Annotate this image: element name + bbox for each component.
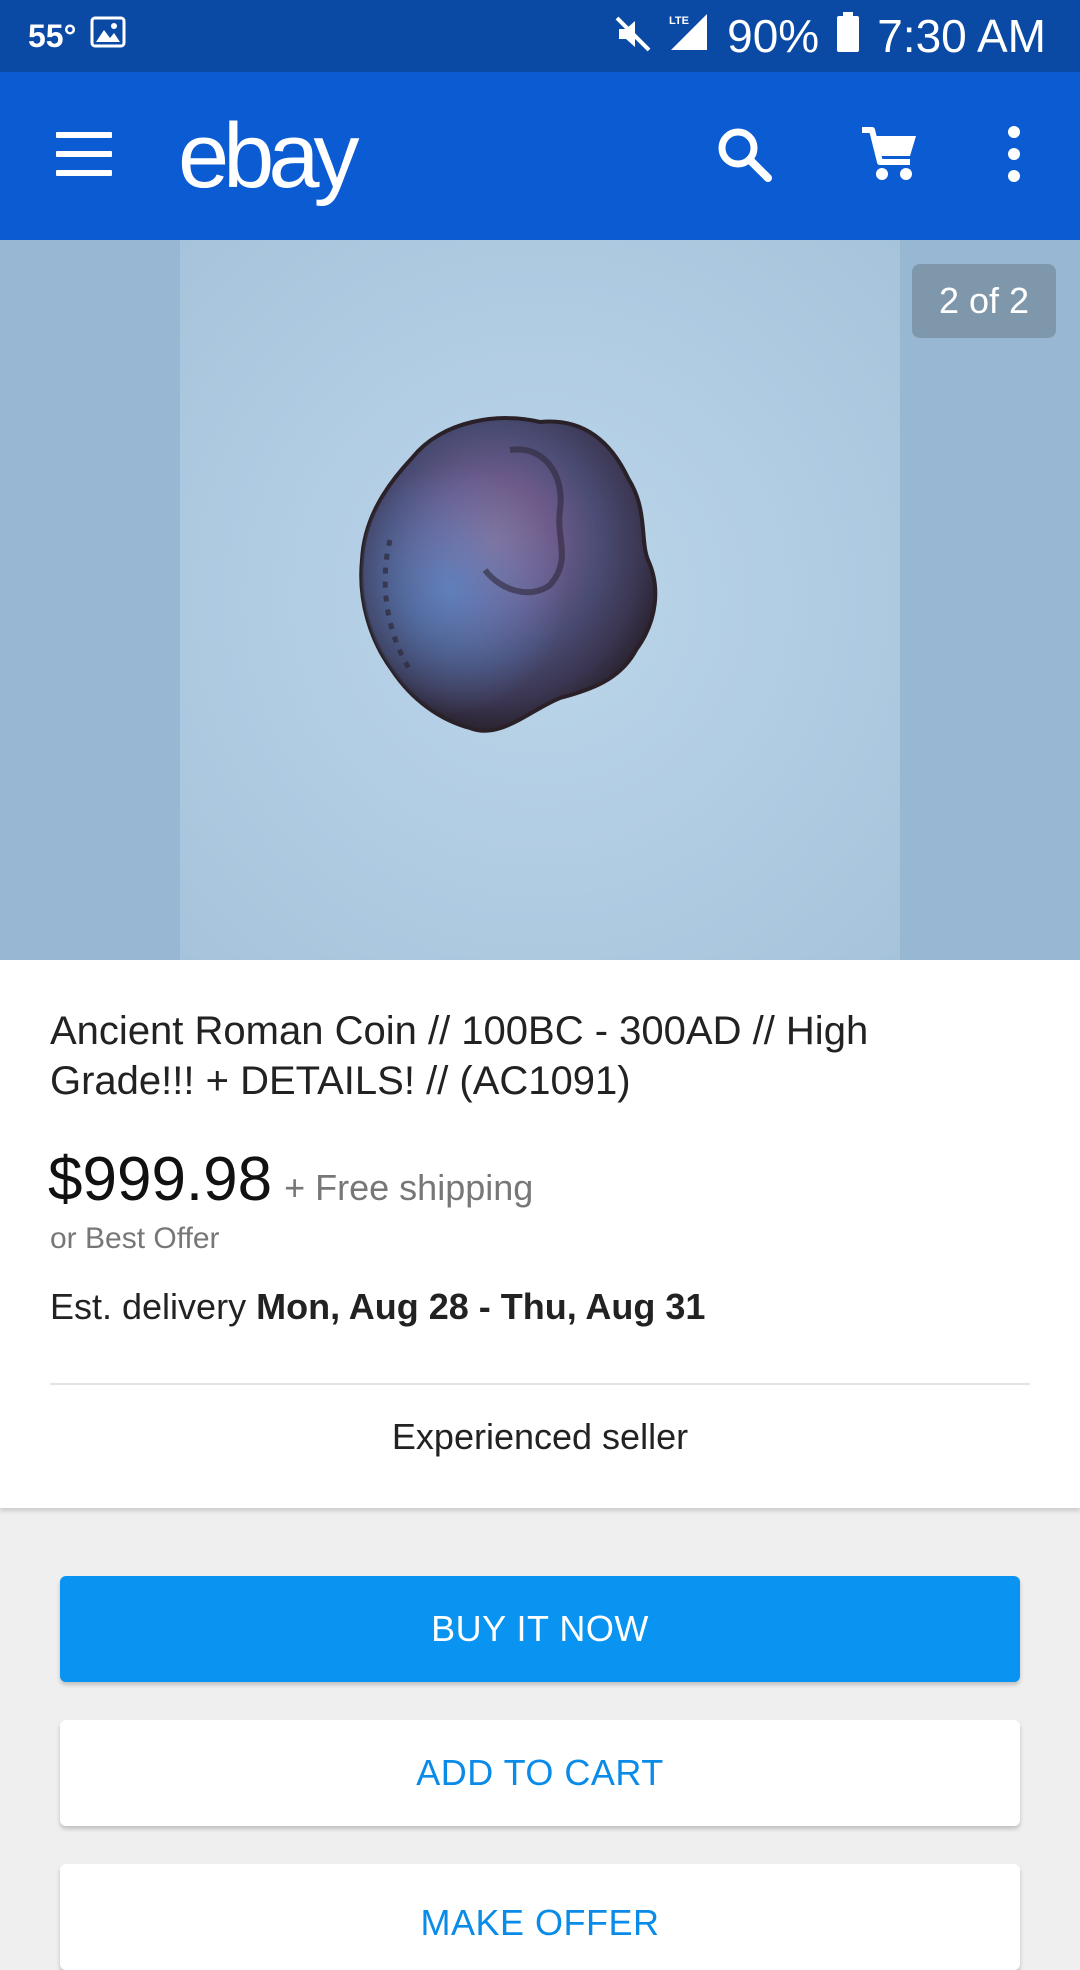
delivery-dates: Mon, Aug 28 - Thu, Aug 31: [256, 1286, 706, 1327]
price-row: $999.98 + Free shipping: [48, 1144, 533, 1215]
product-image[interactable]: [180, 240, 900, 960]
search-icon[interactable]: [712, 122, 776, 186]
mute-icon: [615, 9, 651, 63]
shipping-text: + Free shipping: [284, 1167, 534, 1208]
image-gallery[interactable]: 2 of 2: [0, 240, 1080, 960]
battery-text: 90%: [727, 10, 820, 62]
battery-icon: [837, 9, 860, 63]
more-vert-icon[interactable]: [990, 122, 1038, 186]
image-counter-badge: 2 of 2: [912, 264, 1056, 338]
clock-text: 7:30 AM: [877, 10, 1046, 62]
status-bar: 55° LTE 90% 7:30 AM: [0, 0, 1080, 72]
price-text: $999.98: [48, 1145, 273, 1214]
divider: [50, 1383, 1030, 1385]
add-to-cart-button[interactable]: ADD TO CART: [60, 1720, 1020, 1826]
svg-text:LTE: LTE: [669, 15, 689, 27]
temperature-text: 55°: [28, 17, 77, 54]
image-notification-icon: [90, 16, 126, 56]
ebay-logo[interactable]: ebay: [178, 104, 359, 209]
menu-icon[interactable]: [56, 132, 112, 176]
make-offer-button[interactable]: MAKE OFFER: [60, 1864, 1020, 1970]
listing-title: Ancient Roman Coin // 100BC - 300AD // H…: [50, 1009, 869, 1103]
buy-it-now-button[interactable]: BUY IT NOW: [60, 1576, 1020, 1682]
listing-info-card: Ancient Roman Coin // 100BC - 300AD // H…: [0, 960, 1080, 1508]
estimated-delivery: Est. delivery Mon, Aug 28 - Thu, Aug 31: [50, 1286, 705, 1328]
app-bar: ebay: [0, 72, 1080, 240]
cart-icon[interactable]: [858, 122, 922, 186]
best-offer-text: or Best Offer: [50, 1222, 220, 1255]
seller-badge[interactable]: Experienced seller: [0, 1416, 1080, 1458]
signal-icon: LTE: [669, 9, 709, 63]
delivery-label: Est. delivery: [50, 1286, 247, 1327]
